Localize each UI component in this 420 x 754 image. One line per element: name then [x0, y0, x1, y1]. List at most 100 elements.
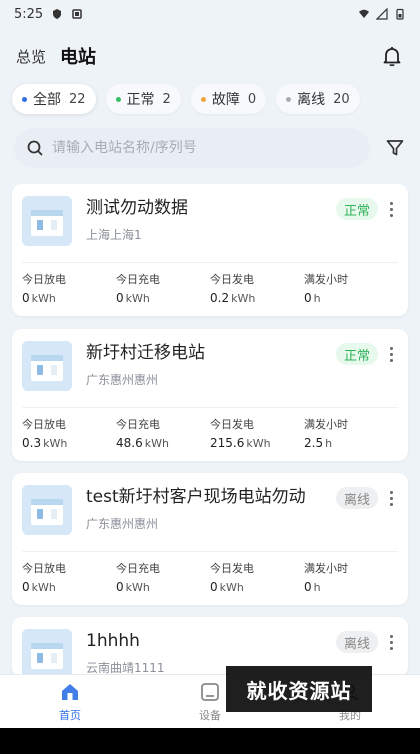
stat-value: 0 kWh: [22, 580, 116, 594]
stat-unit: kWh: [219, 581, 244, 594]
divider: [22, 407, 398, 408]
filter-count: 20: [333, 91, 350, 107]
filter-dot: [22, 96, 27, 102]
tab-label: 设备: [199, 708, 221, 722]
device-icon: [201, 682, 219, 701]
divider: [22, 551, 398, 552]
battery-icon: [396, 8, 404, 20]
station-thumbnail: [22, 341, 72, 391]
station-location: 广东惠州惠州: [86, 373, 159, 387]
stat-unit: kWh: [125, 581, 150, 594]
stat-unit: kWh: [125, 292, 150, 305]
filter-fault[interactable]: 故障 0: [190, 84, 267, 114]
status-badge: 正常: [335, 343, 378, 365]
more-options-icon[interactable]: [384, 631, 398, 653]
stat-unit: h: [313, 292, 321, 305]
search-input[interactable]: [52, 140, 332, 156]
stat-unit: h: [313, 581, 321, 594]
station-name: 新圩村迁移电站: [86, 343, 205, 363]
more-options-icon[interactable]: [384, 198, 398, 220]
more-options-icon[interactable]: [384, 343, 398, 365]
filter-label: 正常: [126, 92, 155, 108]
tab-label: 首页: [59, 708, 81, 722]
stat-label: 今日充电: [116, 273, 160, 286]
station-stats: 今日放电 0.3 kWh 今日充电 48.6 kWh 今日发电 215.6 kWh 满发小时…: [22, 416, 398, 450]
signal-icon: [376, 8, 388, 20]
stat-label: 今日发电: [210, 418, 254, 431]
stat-label: 今日充电: [116, 418, 160, 431]
stat-number: 0: [22, 580, 30, 594]
notification-icon: [72, 9, 82, 19]
filter-all[interactable]: 全部 22: [12, 84, 96, 114]
page-title: 电站: [60, 47, 97, 68]
wifi-icon: [359, 9, 369, 18]
stat-unit: kWh: [43, 437, 68, 450]
stat-value: 0h: [304, 291, 398, 305]
stat-value: 2.5 h: [304, 436, 398, 450]
stat-value: 0 kWh: [210, 580, 304, 594]
filter-count: 0: [247, 91, 257, 107]
station-thumbnail: [22, 196, 72, 246]
stat-value: 0 kWh: [116, 291, 210, 305]
stat-value: 0.2 kWh: [210, 291, 304, 305]
stat-number: 0.2: [210, 291, 230, 305]
stat-number: 0: [304, 580, 312, 594]
station-location: 广东惠州惠州: [86, 517, 159, 531]
filter-count: 22: [69, 91, 86, 107]
more-options-icon[interactable]: [384, 487, 398, 509]
stat-unit: kWh: [31, 581, 56, 594]
search-row: [14, 128, 410, 168]
stat-label: 今日发电: [210, 562, 254, 575]
bell-icon[interactable]: [380, 44, 404, 68]
filter-normal[interactable]: 正常 2: [105, 84, 181, 114]
filter-dot: [200, 96, 206, 102]
station-location: 上海上海1: [86, 228, 142, 242]
home-icon: [62, 683, 78, 700]
stat-unit: h: [325, 437, 333, 450]
filter-label: 全部: [33, 92, 61, 108]
stat-label: 今日放电: [22, 418, 66, 431]
status-filter-bar: 全部 22 正常 2 故障 0 离线 20: [12, 84, 412, 114]
overview-tab[interactable]: 总览: [16, 46, 46, 67]
stat-value: 0 kWh: [22, 291, 116, 305]
station-name: test新圩村客户现场电站勿动: [86, 487, 306, 507]
stat-number: 48.6: [116, 436, 143, 450]
filter-offline[interactable]: 离线 20: [276, 84, 360, 114]
system-nav-bar: [0, 728, 420, 754]
status-badge: 离线: [335, 487, 378, 509]
station-name: 测试勿动数据: [86, 198, 188, 218]
stat-unit: kWh: [31, 292, 56, 305]
search-box[interactable]: [14, 128, 370, 168]
stat-number: 2.5: [304, 436, 324, 450]
station-name: 1hhhh: [86, 631, 140, 651]
search-icon: [27, 140, 43, 156]
status-badge: 离线: [335, 631, 378, 653]
tab-home[interactable]: 首页: [0, 675, 140, 728]
station-stats: 今日放电 0 kWh 今日充电 0 kWh 今日发电 0.2 kWh 满发小时 0 h: [22, 271, 398, 305]
filter-button[interactable]: [380, 133, 410, 163]
station-thumbnail: [22, 629, 72, 677]
filter-label: 离线: [297, 92, 326, 108]
status-badge: 正常: [335, 198, 378, 220]
filter-dot: [286, 96, 292, 102]
stat-number: 0: [304, 291, 312, 305]
stat-label: 满发小时: [304, 273, 348, 286]
stat-label: 今日充电: [116, 562, 160, 575]
station-card[interactable]: test新圩村客户现场电站勿动 广东惠州惠州 离线 今日放电 0 kWh 今日充电 0…: [12, 473, 408, 605]
station-card[interactable]: 新圩村迁移电站 广东惠州惠州 正常 今日放电 0.3 kWh 今日充电 48.6 kWh…: [12, 329, 408, 461]
stat-value: 48.6 kWh: [116, 436, 210, 450]
top-bar: 总览 电站: [0, 38, 420, 74]
station-card[interactable]: 测试勿动数据 上海上海1 正常 今日放电 0 kWh 今日充电 0 kWh 今日发电 0.…: [12, 184, 408, 316]
stat-label: 今日放电: [22, 562, 66, 575]
stat-unit: kWh: [231, 292, 256, 305]
stat-label: 今日放电: [22, 273, 66, 286]
funnel-icon: [386, 140, 404, 156]
stat-number: 0: [210, 580, 218, 594]
watermark: 就收资源站: [226, 666, 372, 712]
stat-value: 0h: [304, 580, 398, 594]
stat-label: 今日发电: [210, 273, 254, 286]
stat-number: 215.6: [210, 436, 245, 450]
stat-number: 0: [22, 291, 30, 305]
shield-icon: [53, 9, 62, 19]
stat-unit: kWh: [144, 437, 169, 450]
